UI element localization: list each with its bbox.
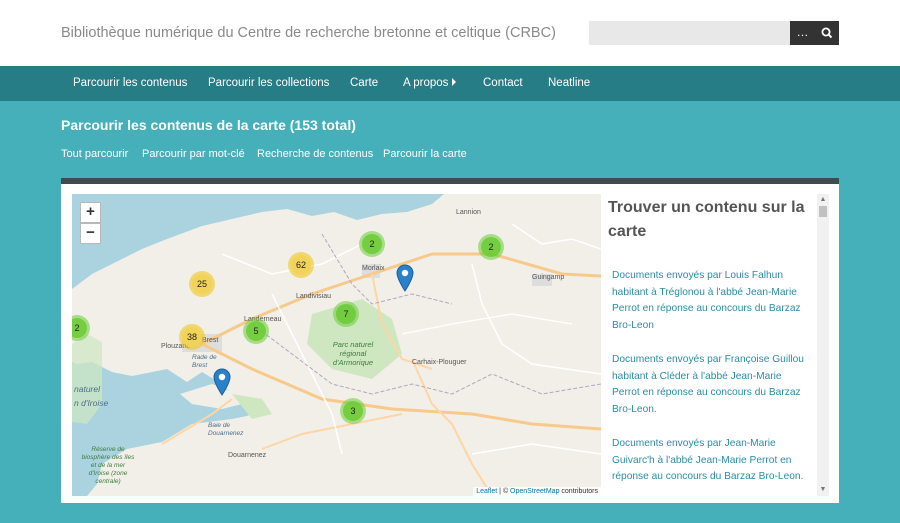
result-link[interactable]: Documents envoyés par Françoise Guillou … — [612, 352, 810, 418]
attribution-suffix: contributors — [559, 488, 598, 495]
reserve-label: Réserve de biosphère des îles et de la m… — [81, 446, 135, 485]
nav-neatline[interactable]: Neatline — [548, 77, 590, 89]
cluster-count: 5 — [246, 321, 266, 341]
main-nav: Parcourir les contenus Parcourir les col… — [0, 66, 900, 101]
scroll-up-icon[interactable]: ▲ — [817, 194, 829, 206]
marker-cluster[interactable]: 38 — [179, 324, 205, 350]
sea-label: naturel — [74, 384, 100, 394]
nav-contact[interactable]: Contact — [483, 77, 523, 89]
subnav-tout-parcourir[interactable]: Tout parcourir — [61, 148, 128, 160]
page-title: Parcourir les contenus de la carte (153 … — [61, 117, 356, 133]
sea-label: n d'Iroise — [74, 398, 109, 408]
nav-parcourir-collections[interactable]: Parcourir les collections — [208, 77, 329, 89]
marker-cluster[interactable]: 62 — [288, 252, 314, 278]
scroll-down-icon[interactable]: ▼ — [817, 484, 829, 496]
place-label: Douarnenez — [228, 452, 267, 459]
map-pin-icon[interactable] — [396, 264, 414, 292]
cluster-count: 2 — [72, 318, 87, 338]
subnav-par-mot-cle[interactable]: Parcourir par mot-clé — [142, 148, 245, 160]
marker-cluster[interactable]: 25 — [189, 271, 215, 297]
results-sidebar: Trouver un contenu sur la carte Document… — [607, 194, 829, 496]
marker-cluster[interactable]: 2 — [478, 234, 504, 260]
osm-link[interactable]: OpenStreetMap — [510, 488, 559, 495]
search-button[interactable] — [815, 21, 839, 45]
cluster-count: 3 — [343, 401, 363, 421]
zoom-out-button[interactable]: − — [80, 223, 101, 244]
cluster-count: 38 — [182, 327, 202, 347]
result-link[interactable]: Documents envoyés par Louis Falhun habit… — [612, 268, 810, 334]
cluster-count: 2 — [481, 237, 501, 257]
place-label: Carhaix-Plouguer — [412, 359, 467, 366]
leaflet-link[interactable]: Leaflet — [476, 488, 497, 495]
nav-a-propos[interactable]: A propos — [403, 77, 457, 89]
map[interactable]: + − Lannion Morlaix Guingamp Landivisiau… — [72, 194, 601, 496]
nav-a-propos-label: A propos — [403, 77, 449, 89]
subnav-recherche-contenus[interactable]: Recherche de contenus — [257, 148, 373, 160]
result-link[interactable]: Documents envoyés par Jean-Marie Guivarc… — [612, 436, 810, 486]
marker-cluster[interactable]: 7 — [333, 301, 359, 327]
cluster-count: 62 — [291, 255, 311, 275]
marker-cluster[interactable]: 2 — [359, 231, 385, 257]
site-title[interactable]: Bibliothèque numérique du Centre de rech… — [61, 25, 556, 41]
caret-right-icon — [452, 78, 457, 86]
place-label: Guingamp — [532, 274, 565, 281]
sidebar-title: Trouver un contenu sur la carte — [608, 199, 805, 240]
scrollbar[interactable]: ▲ ▼ — [817, 194, 829, 496]
map-pin-icon[interactable] — [213, 368, 231, 396]
cluster-count: 2 — [362, 234, 382, 254]
magnifier-icon — [821, 27, 833, 39]
scroll-thumb[interactable] — [819, 206, 827, 217]
advanced-search-button[interactable]: … — [790, 21, 815, 45]
search-input[interactable] — [589, 21, 790, 45]
cluster-count: 7 — [336, 304, 356, 324]
nav-carte[interactable]: Carte — [350, 77, 378, 89]
cluster-count: 25 — [192, 274, 212, 294]
bay-label: Baie de Douarnenez — [208, 422, 244, 437]
nav-parcourir-contenus[interactable]: Parcourir les contenus — [73, 77, 187, 89]
place-label: Lannion — [456, 209, 481, 216]
attribution-separator: | © — [497, 488, 511, 495]
place-label: Landivisiau — [296, 293, 332, 300]
place-label: Morlaix — [362, 265, 385, 272]
marker-cluster[interactable]: 3 — [340, 398, 366, 424]
map-panel: + − Lannion Morlaix Guingamp Landivisiau… — [61, 178, 839, 503]
park-label: Parc naturel régional d'Armorique — [332, 340, 374, 367]
subnav-parcourir-carte[interactable]: Parcourir la carte — [383, 148, 467, 160]
marker-cluster[interactable]: 5 — [243, 318, 269, 344]
zoom-in-button[interactable]: + — [80, 202, 101, 223]
site-header: Bibliothèque numérique du Centre de rech… — [0, 0, 900, 66]
map-attribution: Leaflet | © OpenStreetMap contributors — [473, 487, 601, 496]
